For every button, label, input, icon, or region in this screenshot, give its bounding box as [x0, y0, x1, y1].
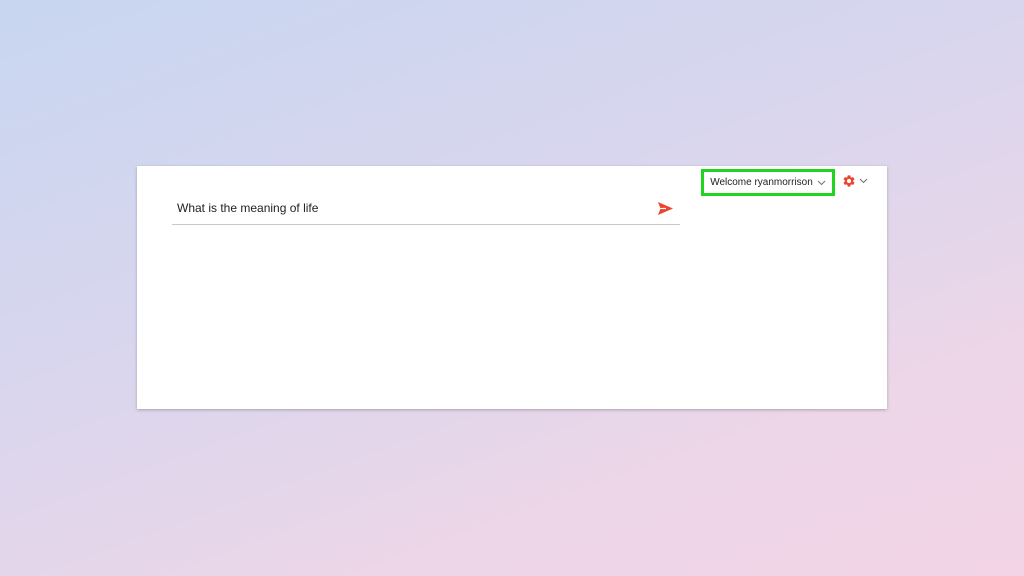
chevron-down-icon [859, 177, 868, 186]
welcome-label: Welcome ryanmorrison [710, 177, 813, 188]
user-menu-button[interactable]: Welcome ryanmorrison [701, 169, 835, 196]
prompt-input[interactable] [172, 194, 642, 222]
gear-icon [843, 175, 855, 187]
send-icon [657, 201, 673, 215]
send-button[interactable] [656, 200, 674, 216]
prompt-row [172, 194, 680, 225]
main-panel: Welcome ryanmorrison [137, 166, 887, 409]
chevron-down-icon [817, 178, 826, 187]
settings-menu-button[interactable] [842, 174, 868, 188]
